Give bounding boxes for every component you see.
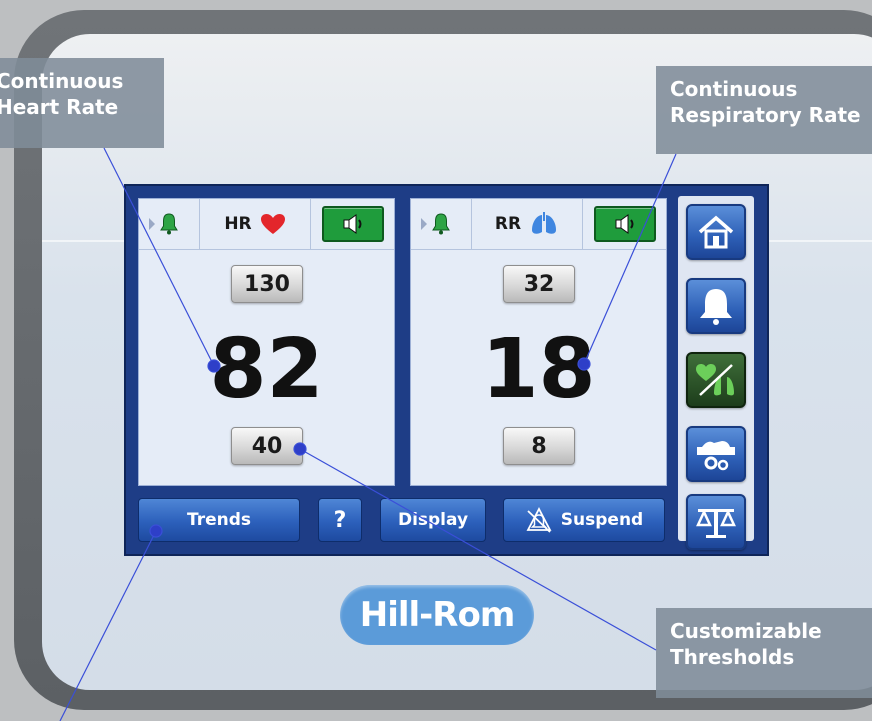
- thresholds-leader-dot: [293, 442, 307, 456]
- hr-leader-line: [103, 147, 215, 367]
- rr-leader-dot: [577, 357, 591, 371]
- callout-leader-lines: [59, 147, 677, 721]
- trends-leader-line: [59, 530, 157, 721]
- trends-leader-dot: [149, 524, 163, 538]
- hr-leader-dot: [207, 359, 221, 373]
- rr-leader-line: [583, 153, 677, 365]
- thresholds-leader-line: [299, 448, 657, 651]
